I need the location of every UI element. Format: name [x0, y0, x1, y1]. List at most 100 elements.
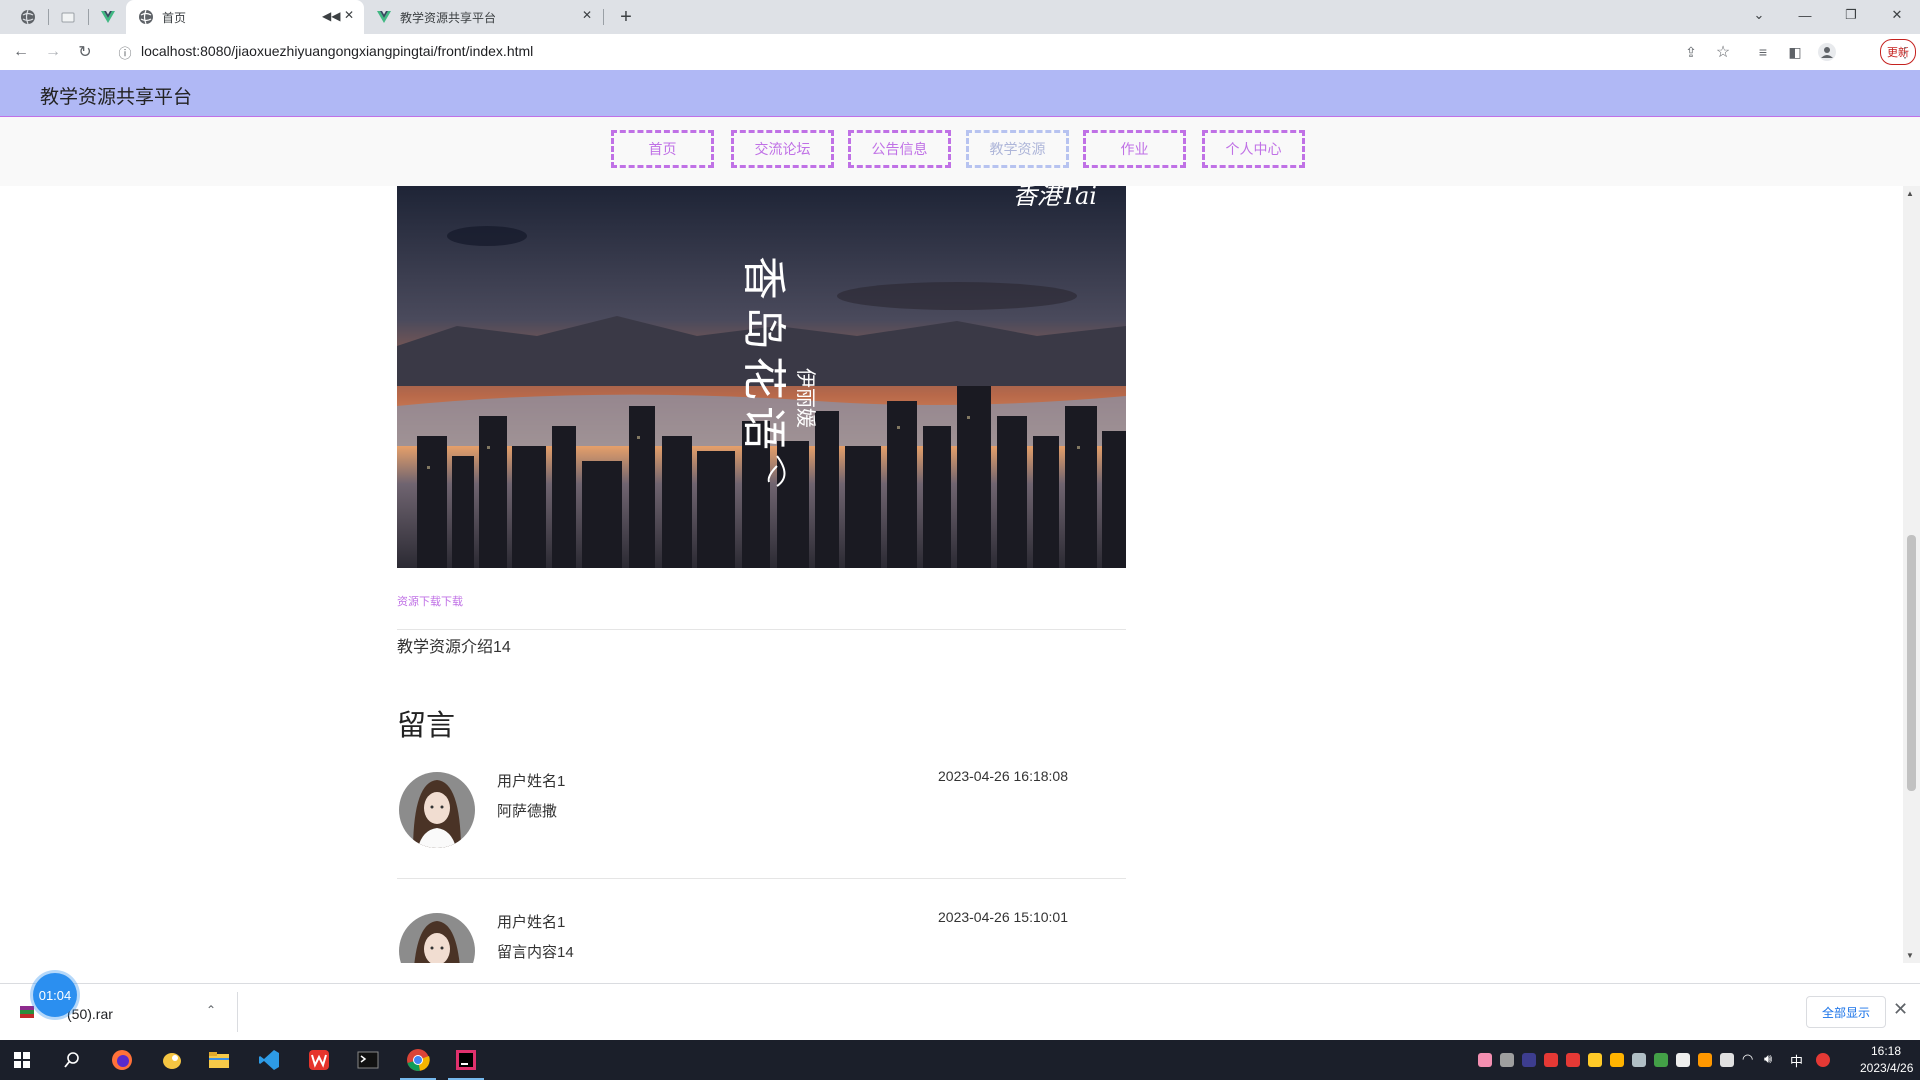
- browser-tabstrip: 首页 ◀◀ ✕ 教学资源共享平台 ✕ + ⌄ — ❐ ✕: [0, 0, 1920, 34]
- tray-app-icon[interactable]: [1522, 1053, 1536, 1067]
- reload-icon[interactable]: ↻: [74, 41, 96, 63]
- comment-item: 用户姓名1 阿萨德撒 2023-04-26 16:18:08: [397, 768, 1126, 900]
- close-tab-icon[interactable]: ✕: [344, 8, 354, 22]
- nav-teaching-resources[interactable]: 教学资源: [966, 130, 1069, 168]
- avatar: [399, 913, 475, 963]
- menu-icon[interactable]: ⋮: [1894, 41, 1916, 63]
- banner-title: 香岛花语: [738, 256, 789, 456]
- tab-title: 首页: [162, 10, 187, 25]
- download-item-name[interactable]: (50).rar: [67, 1006, 113, 1022]
- close-tab-icon[interactable]: ✕: [582, 8, 592, 22]
- divider: [397, 629, 1126, 630]
- tab-platform[interactable]: 教学资源共享平台 ✕: [364, 0, 602, 34]
- tray-app-icon[interactable]: [1566, 1053, 1580, 1067]
- search-icon[interactable]: [50, 1040, 94, 1080]
- vscode-icon[interactable]: [247, 1040, 291, 1080]
- volume-icon[interactable]: 🔊︎: [1764, 1051, 1772, 1067]
- pinned-tab-globe[interactable]: [16, 0, 40, 34]
- globe-icon: [139, 9, 153, 25]
- pinned-tab-vue[interactable]: [96, 0, 120, 34]
- tray-app-icon[interactable]: [1816, 1053, 1830, 1067]
- side-panel-icon[interactable]: ◧: [1784, 41, 1806, 63]
- file-explorer-icon[interactable]: [197, 1040, 241, 1080]
- pinned-tab-blank[interactable]: [56, 0, 80, 34]
- scroll-down-arrow-icon[interactable]: ▼: [1906, 951, 1914, 960]
- close-window-button[interactable]: ✕: [1874, 0, 1920, 30]
- show-all-downloads-button[interactable]: 全部显示: [1806, 996, 1886, 1028]
- comment-time: 2023-04-26 15:10:01: [938, 909, 1068, 925]
- resource-banner-image: 香港Tai 香岛花语 伊丽媛: [397, 186, 1126, 568]
- nav-forum[interactable]: 交流论坛: [731, 130, 834, 168]
- comment-text: 留言内容14: [497, 944, 574, 961]
- main-content: 香港Tai 香岛花语 伊丽媛 资源下载下载 教学资源介绍14 留言 用户姓名1 …: [0, 186, 1903, 963]
- battery-icon[interactable]: [1720, 1053, 1734, 1067]
- downloads-bar: (50).rar ⌃ 全部显示 ✕: [0, 983, 1920, 1041]
- scroll-up-arrow-icon[interactable]: ▲: [1906, 189, 1914, 198]
- clock-time: 16:18: [1870, 1044, 1902, 1058]
- nav-personal-center[interactable]: 个人中心: [1202, 130, 1305, 168]
- scrollbar-thumb[interactable]: [1907, 535, 1916, 791]
- site-info-icon[interactable]: ⓘ: [114, 41, 136, 63]
- site-header: 教学资源共享平台: [0, 70, 1920, 117]
- chrome-icon[interactable]: [396, 1040, 440, 1080]
- yellow-app-icon[interactable]: [150, 1040, 194, 1080]
- page-scrollbar[interactable]: ▲ ▼: [1903, 186, 1920, 963]
- main-nav: 首页 交流论坛 公告信息 教学资源 作业 个人中心: [0, 117, 1920, 186]
- tray-app-icon[interactable]: [1500, 1053, 1514, 1067]
- comment-user: 用户姓名1: [497, 773, 566, 790]
- nav-homework[interactable]: 作业: [1083, 130, 1186, 168]
- vue-logo-icon: [377, 11, 391, 23]
- tray-app-icon[interactable]: [1478, 1053, 1492, 1067]
- tray-app-icon[interactable]: [1610, 1053, 1624, 1067]
- nav-announcements[interactable]: 公告信息: [848, 130, 951, 168]
- firefox-icon[interactable]: [100, 1040, 144, 1080]
- restore-button[interactable]: ❐: [1828, 0, 1874, 30]
- share-icon[interactable]: ⇪: [1680, 41, 1702, 63]
- comment-item: 用户姓名1 留言内容14 2023-04-26 15:10:01: [397, 909, 1126, 963]
- back-icon[interactable]: ←: [10, 41, 32, 63]
- globe-icon: [21, 9, 35, 25]
- address-bar[interactable]: localhost:8080/jiaoxuezhiyuangongxiangpi…: [141, 43, 533, 59]
- nav-home[interactable]: 首页: [611, 130, 714, 168]
- wps-office-icon[interactable]: [297, 1040, 341, 1080]
- input-method-indicator[interactable]: 中: [1790, 1051, 1803, 1070]
- terminal-icon[interactable]: [346, 1040, 390, 1080]
- show-all-label: 全部显示: [1821, 1005, 1870, 1020]
- start-windows-icon[interactable]: [0, 1040, 44, 1080]
- wechat-icon[interactable]: [1654, 1053, 1668, 1067]
- comments-title: 留言: [397, 710, 456, 742]
- minimize-button[interactable]: —: [1782, 0, 1828, 30]
- tray-app-icon[interactable]: [1632, 1053, 1646, 1067]
- browser-toolbar: ← → ↻ ⓘ localhost:8080/jiaoxuezhiyuangon…: [0, 34, 1920, 71]
- new-tab-button[interactable]: +: [614, 0, 638, 34]
- profile-icon[interactable]: [1816, 41, 1838, 63]
- chevron-up-icon[interactable]: ⌃: [206, 1003, 216, 1017]
- tab-separator: [603, 9, 604, 25]
- tab-home[interactable]: 首页 ◀◀ ✕: [126, 0, 364, 34]
- tray-app-icon[interactable]: [1588, 1053, 1602, 1067]
- comment-time: 2023-04-26 16:18:08: [938, 768, 1068, 784]
- clock-date: 2023/4/26: [1860, 1061, 1914, 1075]
- intellij-icon[interactable]: [444, 1040, 488, 1080]
- tray-app-icon[interactable]: [1676, 1053, 1690, 1067]
- media-control-icon[interactable]: ≡: [1752, 41, 1774, 63]
- tab-title: 教学资源共享平台: [400, 10, 497, 25]
- resource-download-link[interactable]: 资源下载下载: [397, 593, 463, 609]
- comment-text: 阿萨德撒: [497, 803, 558, 820]
- recording-timer[interactable]: 01:04: [33, 973, 77, 1017]
- close-downloads-icon[interactable]: ✕: [1893, 999, 1908, 1020]
- windows-taskbar: ◠ 🔊︎ 中 16:18 2023/4/26: [0, 1040, 1920, 1080]
- network-icon[interactable]: ◠: [1742, 1051, 1753, 1067]
- system-clock[interactable]: 16:18 2023/4/26: [1860, 1043, 1914, 1077]
- bookmark-star-icon[interactable]: ☆: [1712, 41, 1734, 63]
- tab-separator: [88, 9, 89, 25]
- tray-app-icon[interactable]: [1698, 1053, 1712, 1067]
- banner-watermark: 香港Tai: [1013, 186, 1097, 210]
- tab-separator: [48, 9, 49, 25]
- tab-search-icon[interactable]: ⌄: [1736, 0, 1782, 30]
- tray-app-icon[interactable]: [1544, 1053, 1558, 1067]
- divider: [397, 878, 1126, 879]
- avatar: [399, 772, 475, 848]
- forward-icon[interactable]: →: [42, 41, 64, 63]
- speaker-muted-icon[interactable]: ◀◀: [322, 9, 340, 23]
